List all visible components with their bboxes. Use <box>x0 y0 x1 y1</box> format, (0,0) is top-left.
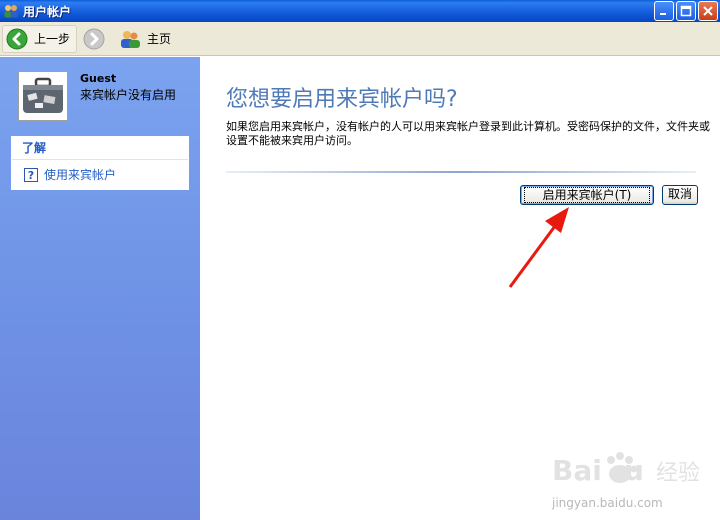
forward-button[interactable] <box>83 28 105 50</box>
page-title: 您想要启用来宾帐户吗? <box>226 87 458 112</box>
description: 如果您启用来宾帐户，没有帐户的人可以用来宾帐户登录到此计算机。受密码保护的文件，… <box>226 120 710 147</box>
learn-box: 了解 ? 使用来宾帐户 <box>11 136 189 190</box>
help-icon: ? <box>24 167 38 182</box>
back-label: 上一步 <box>34 32 71 46</box>
user-status: 来宾帐户没有启用 <box>80 88 177 102</box>
learn-item-guest-account[interactable]: ? 使用来宾帐户 <box>12 159 188 189</box>
close-icon <box>703 6 713 16</box>
minimize-button[interactable] <box>654 1 674 21</box>
user-name: Guest <box>80 72 117 85</box>
toolbar: 上一步 主页 <box>0 22 720 56</box>
window-title: 用户帐户 <box>23 4 72 19</box>
forward-arrow-icon <box>83 28 105 49</box>
enable-guest-button[interactable]: 启用来宾帐户(T) <box>520 185 654 205</box>
left-panel: Guest 来宾帐户没有启用 了解 ? 使用来宾帐户 <box>0 57 200 520</box>
cancel-button[interactable]: 取消 <box>662 185 698 205</box>
back-arrow-icon <box>6 28 28 49</box>
close-button[interactable] <box>698 1 718 21</box>
svg-text:?: ? <box>28 169 34 182</box>
watermark-url: jingyan.baidu.com <box>552 496 663 510</box>
learn-header: 了解 <box>12 137 188 159</box>
svg-text:Bai: Bai <box>552 454 602 487</box>
back-button[interactable]: 上一步 <box>2 24 78 53</box>
maximize-icon <box>680 5 692 17</box>
users-icon <box>4 5 18 18</box>
learn-item-label: 使用来宾帐户 <box>44 168 117 182</box>
svg-text:u: u <box>624 454 644 487</box>
title-bar: 用户帐户 <box>0 0 720 22</box>
maximize-button[interactable] <box>676 1 696 21</box>
avatar <box>18 71 68 121</box>
home-label: 主页 <box>147 32 172 46</box>
suitcase-icon <box>23 77 63 113</box>
svg-text:经验: 经验 <box>656 461 700 486</box>
divider <box>226 171 696 173</box>
enable-guest-label: 启用来宾帐户(T) <box>524 187 650 203</box>
home-button[interactable]: 主页 <box>115 25 178 53</box>
user-card: Guest 来宾帐户没有启用 <box>10 69 190 139</box>
baidu-watermark-logo: Bai u 经验 <box>552 452 700 487</box>
minimize-icon <box>660 13 666 15</box>
home-users-icon <box>121 30 141 48</box>
